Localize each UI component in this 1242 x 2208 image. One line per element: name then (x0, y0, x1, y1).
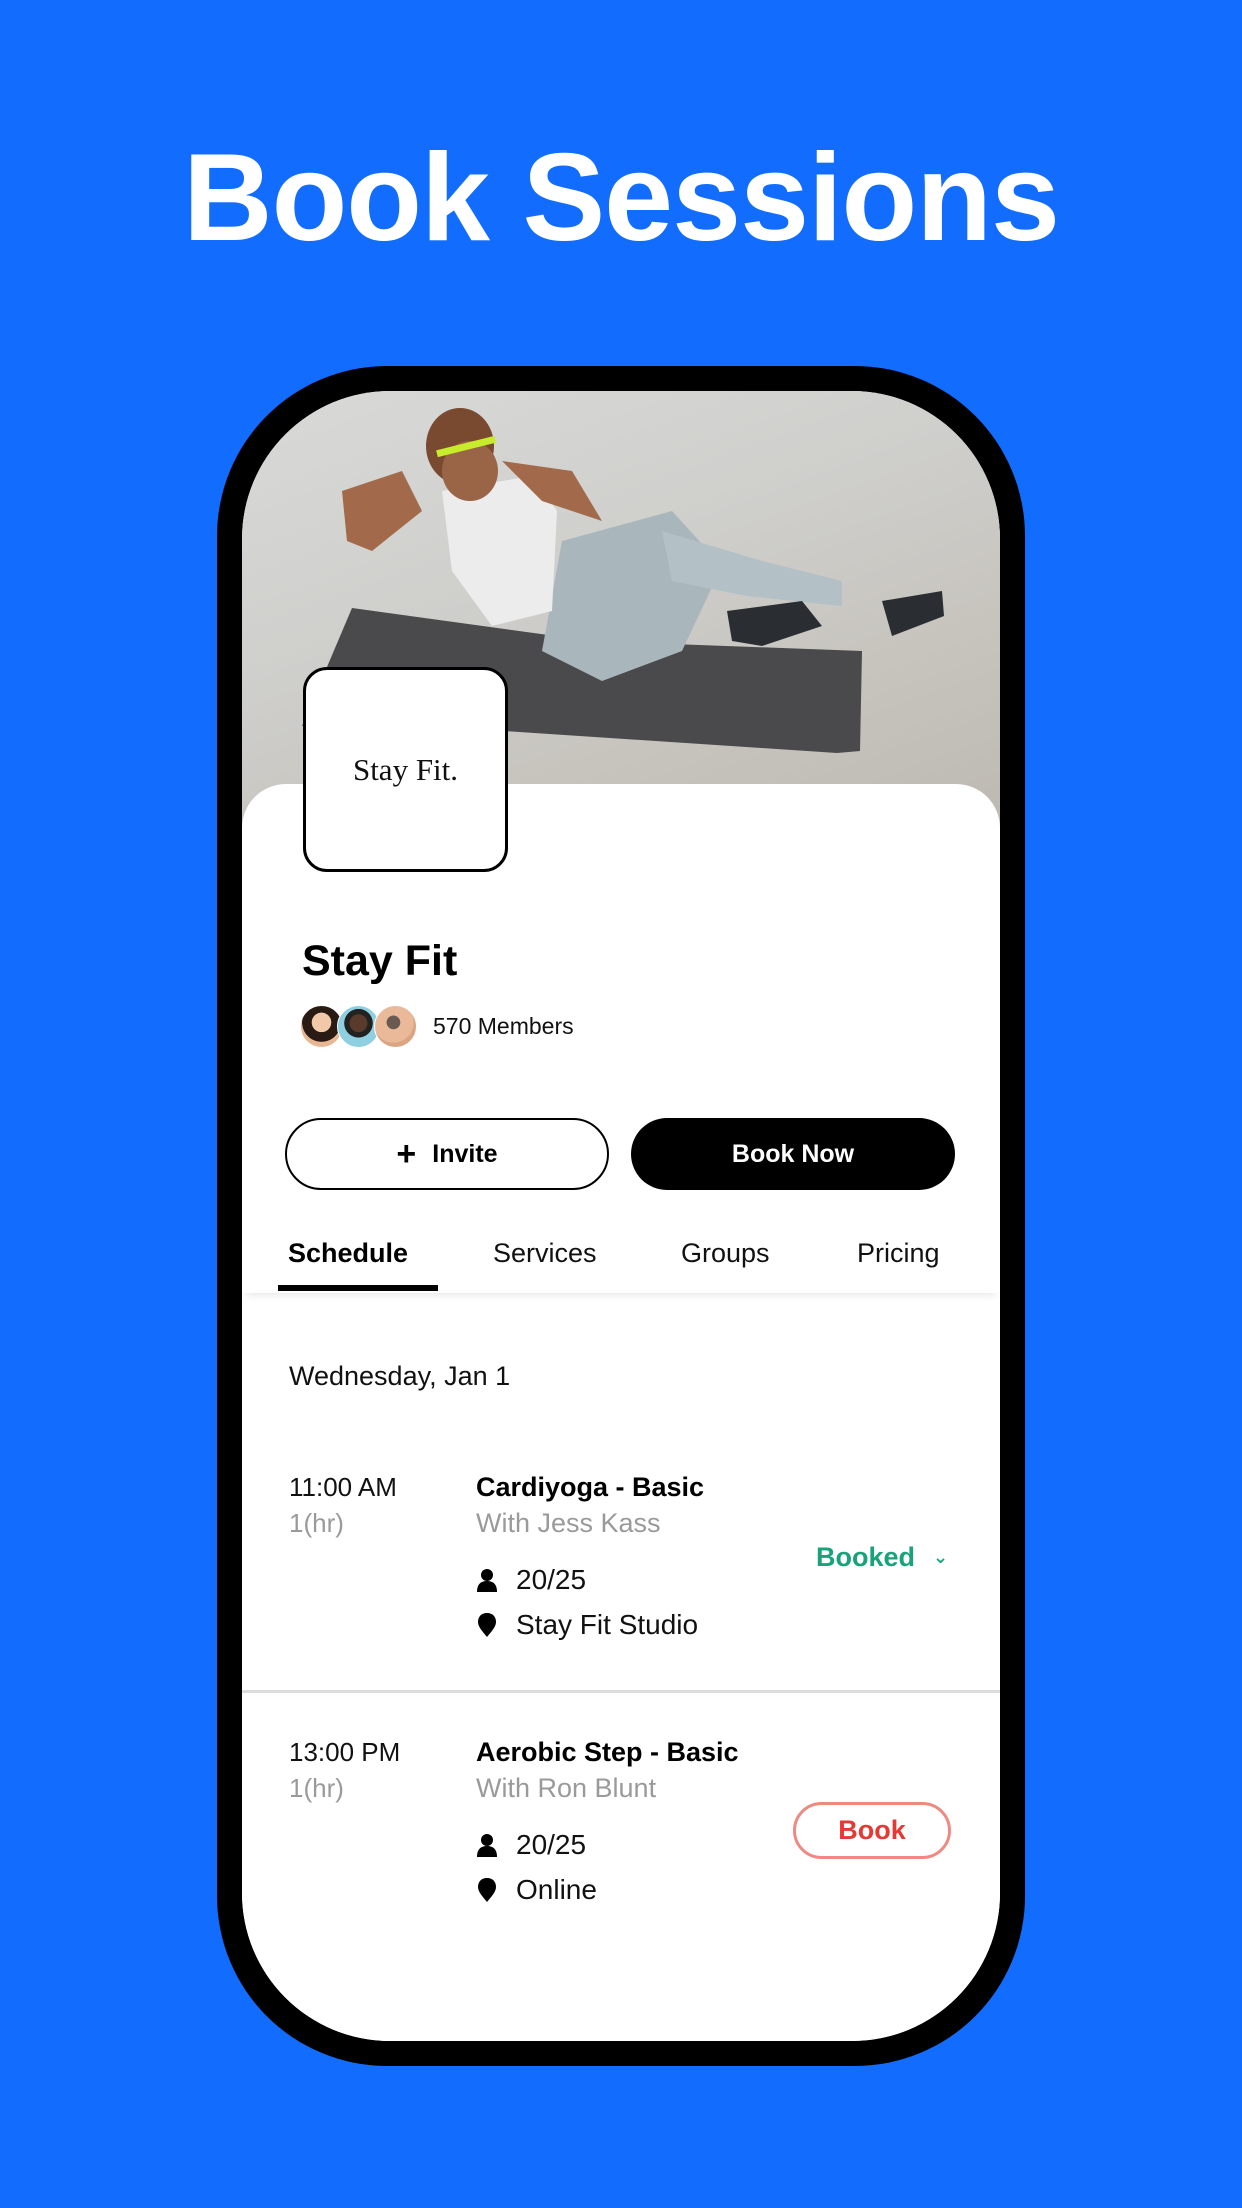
location-pin-icon (478, 1613, 496, 1637)
session-location: Online (476, 1874, 597, 1906)
booked-status-dropdown[interactable]: Booked ⌄ (816, 1542, 948, 1573)
tab-pricing[interactable]: Pricing (857, 1238, 940, 1269)
group-name: Stay Fit (302, 937, 458, 985)
members-row[interactable]: 570 Members (300, 1005, 574, 1048)
book-session-label: Book (838, 1815, 906, 1845)
phone-screen: Stay Fit. Stay Fit 570 Members + Invite … (242, 391, 1000, 2041)
plus-icon: + (396, 1135, 417, 1173)
person-icon (477, 1834, 497, 1857)
session-location-value: Stay Fit Studio (516, 1609, 699, 1640)
members-count: 570 Members (433, 1013, 574, 1039)
session-title: Cardiyoga - Basic (476, 1472, 705, 1502)
invite-label: Invite (432, 1139, 498, 1168)
session-capacity: 20/25 (476, 1564, 586, 1596)
booked-status-label: Booked (816, 1542, 916, 1572)
session-duration: 1(hr) (289, 1773, 344, 1803)
session-location-value: Online (516, 1874, 597, 1905)
tab-services[interactable]: Services (493, 1238, 597, 1269)
book-now-button[interactable]: Book Now (631, 1118, 955, 1190)
session-capacity: 20/25 (476, 1829, 586, 1861)
session-title: Aerobic Step - Basic (476, 1737, 739, 1767)
chevron-down-icon: ⌄ (933, 1547, 949, 1567)
location-pin-icon (478, 1878, 496, 1902)
session-divider (242, 1690, 1000, 1693)
book-session-button[interactable]: Book (793, 1802, 951, 1859)
headline: Book Sessions (183, 129, 1060, 267)
phone-frame: Stay Fit. Stay Fit 570 Members + Invite … (217, 366, 1025, 2066)
active-tab-indicator (278, 1285, 438, 1291)
group-logo: Stay Fit. (303, 667, 508, 872)
session-capacity-value: 20/25 (516, 1564, 587, 1595)
session-location: Stay Fit Studio (476, 1609, 698, 1641)
invite-button[interactable]: + Invite (285, 1118, 609, 1190)
session-time: 11:00 AM (289, 1472, 397, 1502)
tab-schedule[interactable]: Schedule (288, 1238, 408, 1269)
group-logo-text: Stay Fit. (352, 751, 459, 787)
session-instructor: With Jess Kass (476, 1508, 661, 1538)
person-icon (477, 1569, 497, 1592)
schedule-date: Wednesday, Jan 1 (289, 1361, 511, 1391)
session-time: 13:00 PM (289, 1737, 401, 1767)
session-duration: 1(hr) (289, 1508, 344, 1538)
tab-groups[interactable]: Groups (681, 1238, 770, 1269)
tab-bar: Schedule Services Groups Pricing (242, 1238, 1000, 1293)
member-avatar (374, 1005, 417, 1048)
book-now-label: Book Now (731, 1139, 855, 1168)
session-capacity-value: 20/25 (516, 1829, 587, 1860)
session-instructor: With Ron Blunt (476, 1773, 657, 1803)
